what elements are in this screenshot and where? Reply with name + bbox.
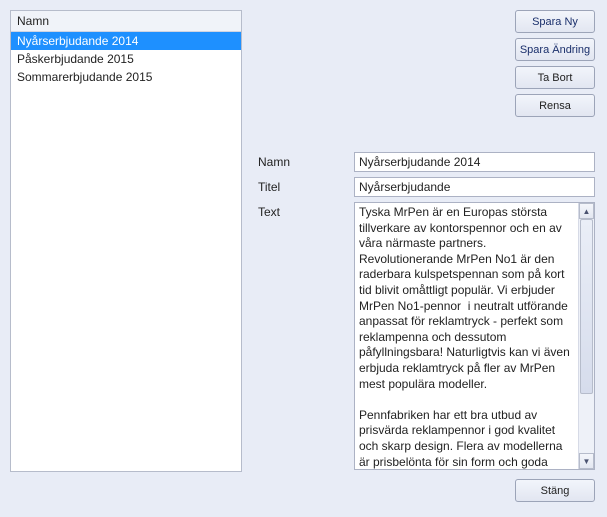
list-item[interactable]: Sommarerbjudande 2015 (11, 68, 241, 86)
delete-button[interactable]: Ta Bort (515, 66, 595, 89)
clear-button[interactable]: Rensa (515, 94, 595, 117)
scroll-thumb[interactable] (580, 219, 593, 394)
title-label: Titel (258, 177, 354, 197)
scroll-track[interactable] (579, 219, 594, 453)
scrollbar[interactable]: ▲ ▼ (578, 203, 594, 469)
list-item[interactable]: Nyårserbjudande 2014 (11, 32, 241, 50)
text-input[interactable]: Tyska MrPen är en Europas största tillve… (355, 203, 578, 469)
name-input[interactable] (354, 152, 595, 172)
scroll-down-button[interactable]: ▼ (579, 453, 594, 469)
list-item[interactable]: Påskerbjudande 2015 (11, 50, 241, 68)
close-button[interactable]: Stäng (515, 479, 595, 502)
name-label: Namn (258, 152, 354, 172)
name-listbox[interactable]: Namn Nyårserbjudande 2014Påskerbjudande … (10, 10, 242, 472)
scroll-up-button[interactable]: ▲ (579, 203, 594, 219)
save-change-button[interactable]: Spara Ändring (515, 38, 595, 61)
text-label: Text (258, 202, 354, 219)
title-input[interactable] (354, 177, 595, 197)
save-new-button[interactable]: Spara Ny (515, 10, 595, 33)
list-header: Namn (11, 11, 241, 32)
